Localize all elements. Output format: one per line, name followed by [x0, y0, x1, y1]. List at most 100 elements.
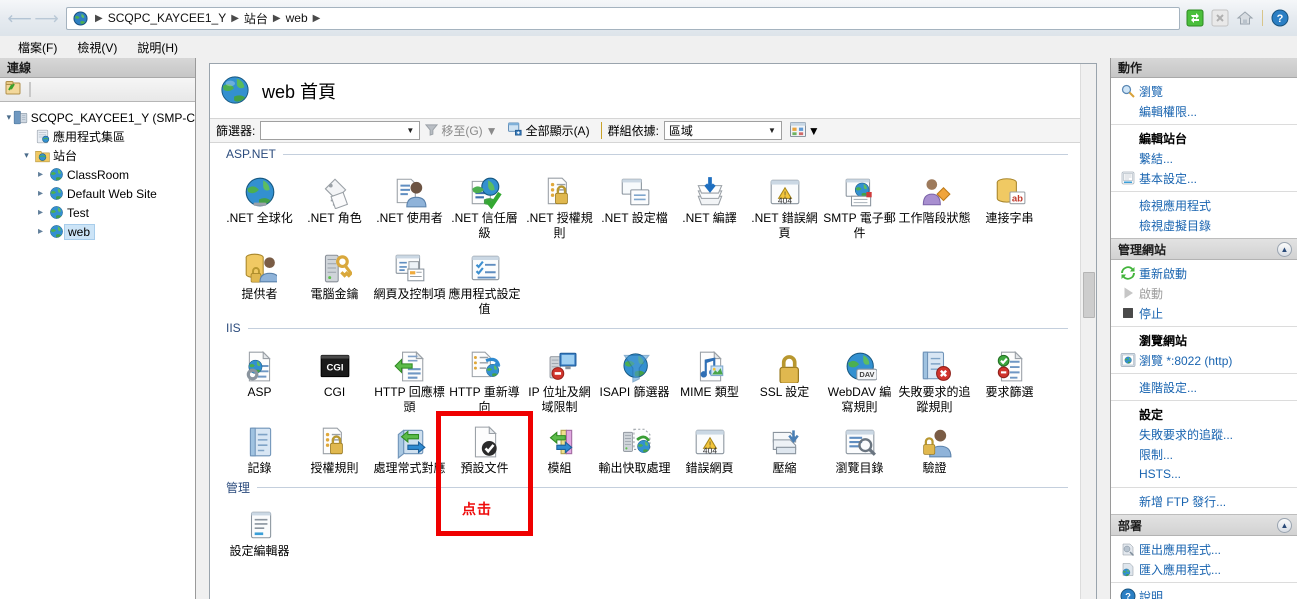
tree-item-1[interactable]: 應用程式集區: [2, 127, 195, 146]
action-item[interactable]: 停止: [1111, 303, 1297, 323]
action-item[interactable]: 繫結...: [1111, 148, 1297, 168]
menu-item-view[interactable]: 檢視(V): [67, 37, 127, 58]
feature-item-configuration-editor[interactable]: 設定編輯器: [222, 498, 297, 559]
feature-item-providers[interactable]: 提供者: [222, 241, 297, 317]
breadcrumb-item-web[interactable]: web: [286, 11, 308, 25]
feature-item-isapi-filters[interactable]: ISAPI 篩選器: [597, 339, 672, 415]
feature-item-dotnet-profile[interactable]: .NET 設定檔: [597, 165, 672, 241]
home-icon[interactable]: [1234, 8, 1256, 29]
feature-item-dotnet-authorization-rules[interactable]: .NET 授權規則: [522, 165, 597, 241]
feature-item-http-redirect[interactable]: HTTP 重新導向: [447, 339, 522, 415]
feature-item-compression[interactable]: 壓縮: [747, 415, 822, 476]
breadcrumb-item-server[interactable]: SCQPC_KAYCEE1_Y: [108, 11, 227, 25]
action-item[interactable]: 失敗要求的追蹤...: [1111, 424, 1297, 444]
feature-item-error-pages[interactable]: ! 404 錯誤網頁: [672, 415, 747, 476]
feature-item-authorization-rules[interactable]: 授權規則: [297, 415, 372, 476]
action-item[interactable]: 匯入應用程式...: [1111, 559, 1297, 579]
menu-item-help[interactable]: 說明(H): [127, 37, 188, 58]
feature-item-dotnet-roles[interactable]: .NET 角色: [297, 165, 372, 241]
tree-twisty-collapsed[interactable]: ▸: [34, 207, 47, 218]
feature-item-cgi[interactable]: CGI CGI: [297, 339, 372, 415]
tree-twisty-collapsed[interactable]: ▸: [34, 169, 47, 180]
action-item[interactable]: 重新啟動: [1111, 263, 1297, 283]
feature-item-failed-request-tracing-rules[interactable]: 失敗要求的追蹤規則: [897, 339, 972, 415]
view-mode-icon[interactable]: [789, 121, 806, 140]
feature-item-directory-browsing[interactable]: 瀏覽目錄: [822, 415, 897, 476]
feature-item-dotnet-users[interactable]: .NET 使用者: [372, 165, 447, 241]
feature-item-logging[interactable]: 記錄: [222, 415, 297, 476]
feature-row: .NET 全球化 .NET 角色 .NET 使用者 .NET 信任層級 .NET 授權規…: [214, 165, 1096, 241]
action-item[interactable]: 檢視虛擬目錄: [1111, 215, 1297, 235]
add-connection-icon[interactable]: [5, 80, 22, 99]
show-all-button[interactable]: 全部顯示(A): [503, 122, 595, 139]
action-item[interactable]: 基本設定...: [1111, 168, 1297, 188]
content-scrollbar[interactable]: [1080, 64, 1096, 599]
collapse-icon[interactable]: ▲: [1277, 517, 1292, 533]
forward-button[interactable]: ⟶: [33, 6, 60, 31]
feature-item-http-response-headers[interactable]: HTTP 回應標頭: [372, 339, 447, 415]
action-item[interactable]: 啟動: [1111, 283, 1297, 303]
action-item[interactable]: 限制...: [1111, 444, 1297, 464]
feature-item-connection-strings[interactable]: ab 連接字串: [972, 165, 1047, 241]
feature-item-ip-address-domain-restrictions[interactable]: IP 位址及網域限制: [522, 339, 597, 415]
tree-item-5[interactable]: ▸ Test: [2, 203, 195, 222]
action-item[interactable]: 檢視應用程式: [1111, 195, 1297, 215]
feature-item-pages-and-controls[interactable]: 網頁及控制項: [372, 241, 447, 317]
feature-item-dotnet-globalization[interactable]: .NET 全球化: [222, 165, 297, 241]
group-by-select[interactable]: 區域 ▼: [663, 121, 782, 140]
feature-item-ssl-settings[interactable]: SSL 設定: [747, 339, 822, 415]
tree-twisty-collapsed[interactable]: ▸: [34, 226, 47, 237]
feature-item-session-state[interactable]: 工作階段狀態: [897, 165, 972, 241]
chevron-down-icon[interactable]: ▼: [486, 124, 498, 138]
feature-item-machine-key[interactable]: 電腦金鑰: [297, 241, 372, 317]
chevron-down-icon[interactable]: ▼: [808, 124, 820, 138]
action-item[interactable]: ? 說明: [1111, 586, 1297, 599]
feature-item-handler-mappings[interactable]: 處理常式對應: [372, 415, 447, 476]
action-item[interactable]: 進階設定...: [1111, 377, 1297, 397]
refresh-icon[interactable]: [1184, 8, 1206, 29]
action-item[interactable]: 編輯權限...: [1111, 101, 1297, 121]
actions-group-header: 部署 ▲: [1111, 514, 1297, 536]
feature-item-dotnet-compilation[interactable]: .NET 編譯: [672, 165, 747, 241]
menu-item-file[interactable]: 檔案(F): [8, 37, 67, 58]
feature-item-dotnet-error-pages[interactable]: ! 404 .NET 錯誤網頁: [747, 165, 822, 241]
back-button[interactable]: ⟵: [6, 6, 33, 31]
feature-item-dotnet-trust-levels[interactable]: .NET 信任層級: [447, 165, 522, 241]
tree-twisty-expanded[interactable]: ▾: [20, 150, 33, 161]
chevron-down-icon[interactable]: ▼: [403, 126, 417, 135]
tree-item-label: Default Web Site: [67, 186, 157, 201]
feature-item-asp[interactable]: ASP: [222, 339, 297, 415]
tree-item-2[interactable]: ▾ 站台: [2, 146, 195, 165]
filter-input[interactable]: ▼: [260, 121, 421, 140]
tree-item-6[interactable]: ▸ web: [2, 222, 195, 241]
action-item[interactable]: 瀏覽: [1111, 81, 1297, 101]
feature-item-request-filtering[interactable]: 要求篩選: [972, 339, 1047, 415]
actions-divider: [1111, 582, 1297, 583]
scrollbar-thumb[interactable]: [1083, 272, 1095, 318]
feature-item-application-settings[interactable]: 應用程式設定值: [447, 241, 522, 317]
tree-item-4[interactable]: ▸ Default Web Site: [2, 184, 195, 203]
tree-twisty-collapsed[interactable]: ▸: [34, 188, 47, 199]
chevron-down-icon[interactable]: ▼: [765, 126, 779, 135]
action-item[interactable]: HSTS...: [1111, 464, 1297, 484]
feature-item-authentication[interactable]: 驗證: [897, 415, 972, 476]
collapse-icon[interactable]: ▲: [1277, 241, 1292, 257]
action-item[interactable]: 新增 FTP 發行...: [1111, 491, 1297, 511]
help-icon[interactable]: ?: [1269, 8, 1291, 29]
feature-item-webdav-authoring-rules[interactable]: DAV WebDAV 編寫規則: [822, 339, 897, 415]
feature-item-modules[interactable]: 模組: [522, 415, 597, 476]
action-item[interactable]: 瀏覽 *:8022 (http): [1111, 350, 1297, 370]
action-item[interactable]: 匯出應用程式...: [1111, 539, 1297, 559]
tree-item-0[interactable]: ▾ SCQPC_KAYCEE1_Y (SMP-C: [2, 108, 195, 127]
feature-item-smtp-email[interactable]: SMTP 電子郵件: [822, 165, 897, 241]
go-button[interactable]: 移至(G) ▼: [420, 122, 502, 139]
breadcrumb-item-sites[interactable]: 站台: [244, 10, 268, 27]
tree-item-3[interactable]: ▸ ClassRoom: [2, 165, 195, 184]
feature-item-mime-types[interactable]: MIME 類型: [672, 339, 747, 415]
connections-header: 連線: [0, 58, 195, 78]
stop-icon[interactable]: [1209, 8, 1231, 29]
feature-item-default-document[interactable]: 預設文件: [447, 415, 522, 476]
breadcrumb[interactable]: ▶ SCQPC_KAYCEE1_Y ▶ 站台 ▶ web ▶: [66, 6, 1180, 30]
feature-item-output-caching[interactable]: 輸出快取處理: [597, 415, 672, 476]
actions-group: 重新啟動 啟動 停止 瀏覽網站 瀏覽 *:8022 (http) 進階設定... 設定 失敗要…: [1111, 260, 1297, 514]
